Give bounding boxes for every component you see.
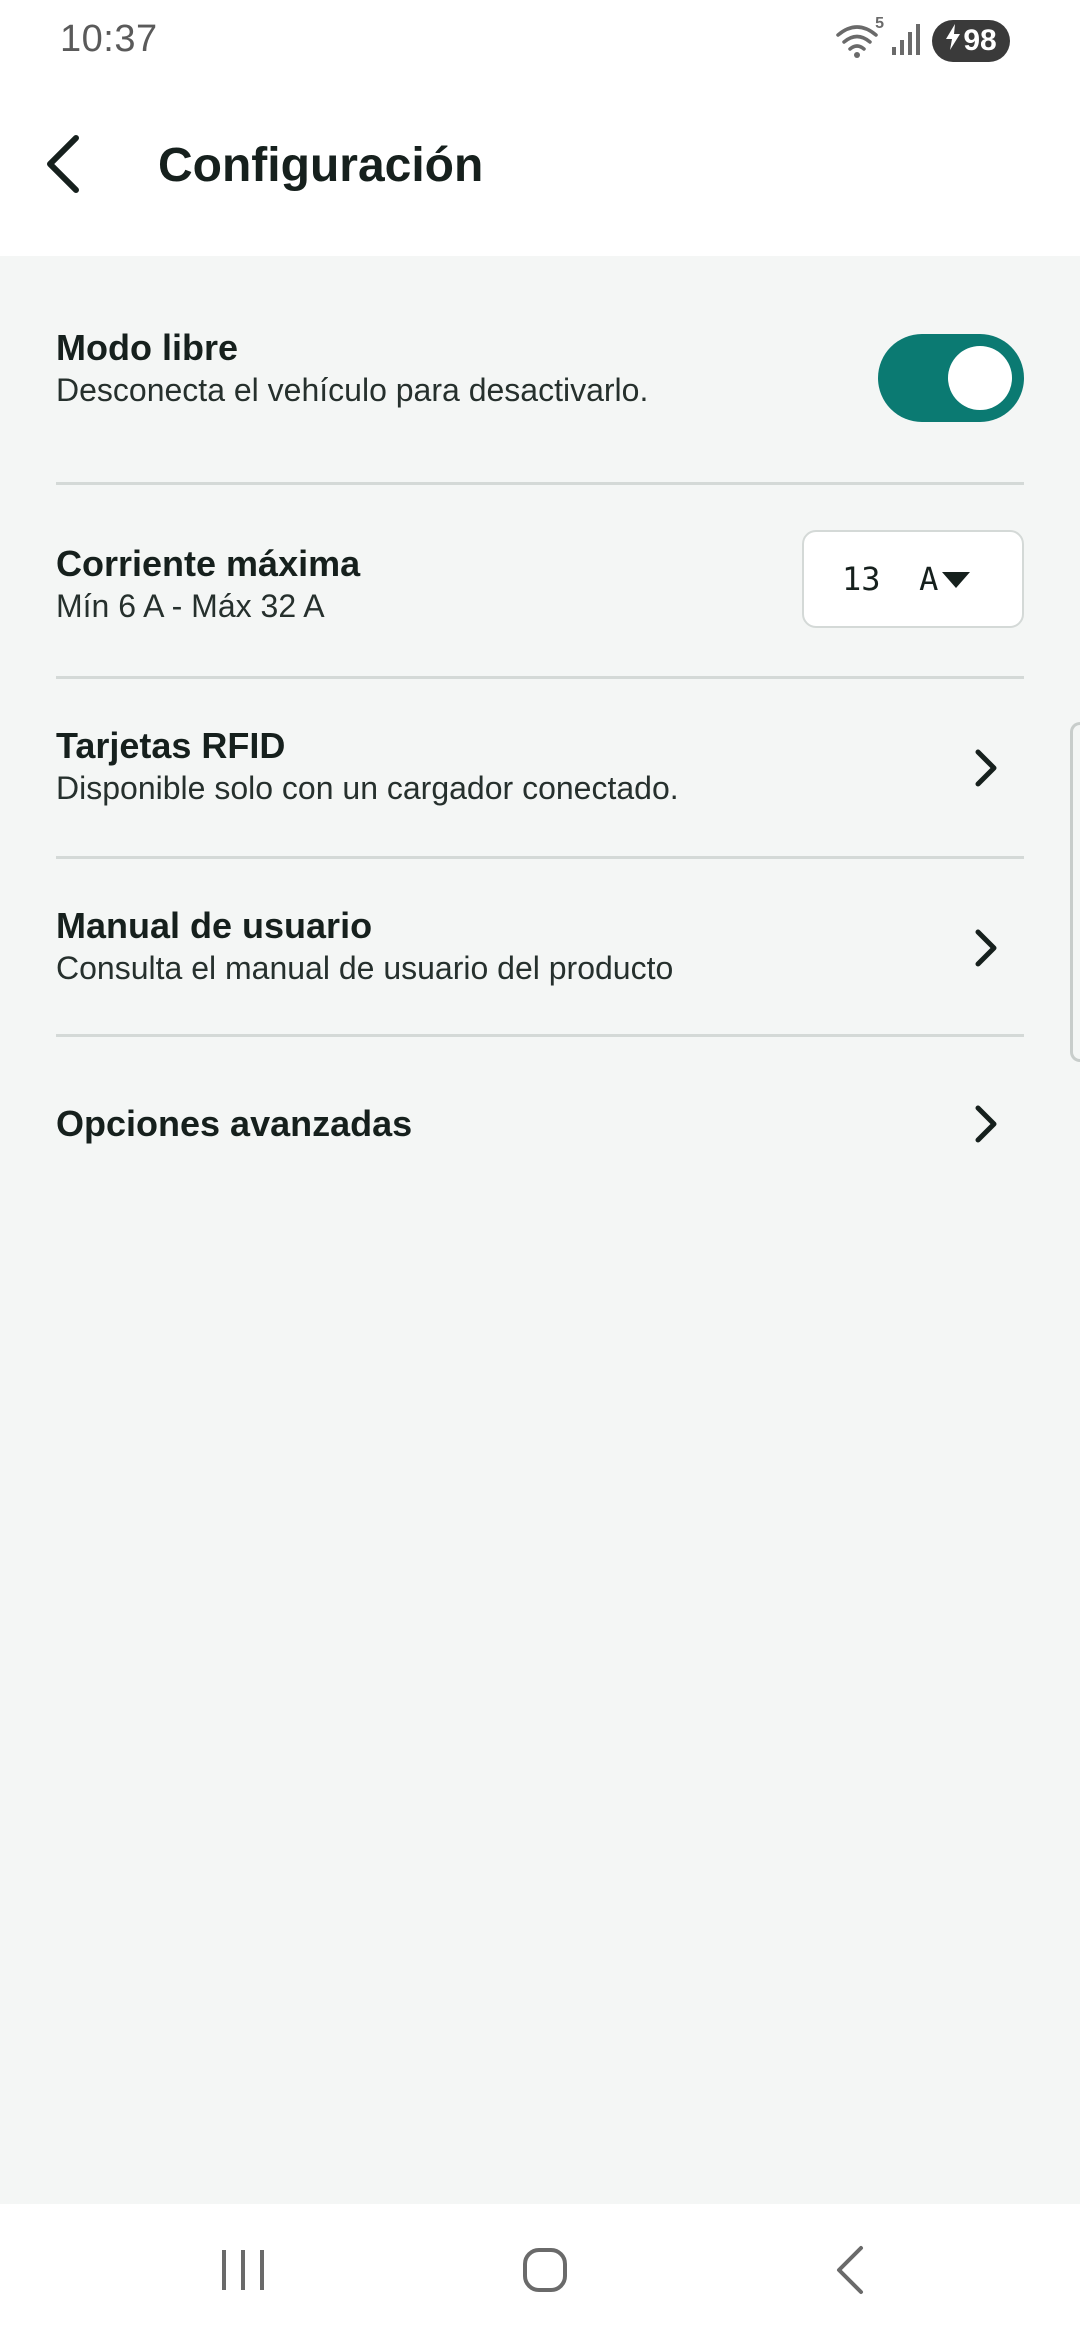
free-mode-title: Modo libre [56,327,238,368]
max-current-dropdown[interactable]: 13 A [802,530,1024,628]
wifi-icon: 5 [834,15,884,61]
setting-free-mode: Modo libre Desconecta el vehículo para d… [56,326,1024,436]
back-icon [831,2244,867,2301]
setting-rfid-cards[interactable]: Tarjetas RFID Disponible solo con un car… [56,724,1024,844]
recent-apps-button[interactable] [198,2234,288,2310]
settings-list: Modo libre Desconecta el vehículo para d… [0,256,1080,2204]
battery-indicator: 98 [932,20,1010,62]
home-button[interactable] [500,2234,590,2310]
battery-charging-icon [945,24,961,58]
edge-panel-handle[interactable] [1070,722,1080,1062]
divider [56,676,1024,679]
caret-down-icon [942,572,970,588]
advanced-options-title: Opciones avanzadas [56,1103,413,1144]
status-time: 10:37 [60,18,158,60]
divider [56,1034,1024,1037]
recent-apps-icon [218,2248,268,2297]
setting-user-manual[interactable]: Manual de usuario Consulta el manual de … [56,904,1024,1024]
toggle-knob [948,346,1012,410]
system-back-button[interactable] [804,2234,894,2310]
wifi-band-label: 5 [875,15,884,32]
divider [56,482,1024,485]
battery-level: 98 [963,24,997,57]
rfid-cards-subtitle: Disponible solo con un cargador conectad… [56,770,679,806]
setting-max-current: Corriente máxima Mín 6 A - Máx 32 A 13 A [56,530,1024,660]
chevron-right-icon [968,1102,1004,1146]
back-button[interactable] [30,126,94,206]
page-title: Configuración [158,139,484,192]
max-current-selected: 13 A [842,560,939,598]
status-bar: 10:37 5 98 [0,0,1080,84]
divider [56,856,1024,859]
user-manual-title: Manual de usuario [56,905,373,946]
setting-advanced-options[interactable]: Opciones avanzadas [56,1096,1024,1166]
free-mode-toggle[interactable] [878,334,1024,422]
chevron-right-icon [968,746,1004,790]
chevron-right-icon [968,926,1004,970]
home-icon [521,2246,569,2299]
system-nav-bar [0,2204,1080,2340]
status-icons: 5 98 [834,15,1010,64]
app-bar: Configuración [0,84,1080,256]
signal-icon [890,21,922,62]
user-manual-subtitle: Consulta el manual de usuario del produc… [56,950,674,986]
arrow-left-icon [42,134,82,199]
rfid-cards-title: Tarjetas RFID [56,725,286,766]
